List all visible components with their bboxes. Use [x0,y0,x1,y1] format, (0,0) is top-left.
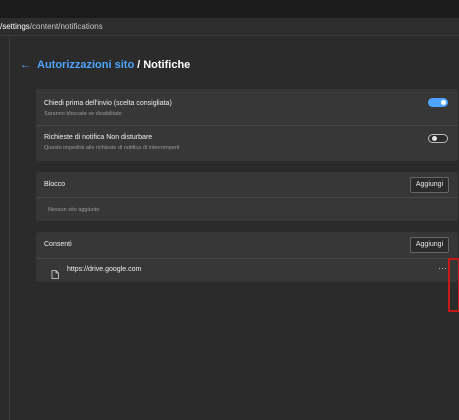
divider [36,197,458,198]
breadcrumb-separator: / [137,59,141,71]
block-add-button[interactable]: Aggiungi [410,177,449,193]
allowed-site-url: https://drive.google.com [67,266,142,273]
allow-section-title: Consenti [44,241,72,248]
setting-description: Questo impedirà alle richieste di notifi… [44,145,180,151]
address-bar-host: /settings [0,22,30,31]
notification-settings-card: Chiedi prima dell'invio (scelta consigli… [36,89,458,161]
setting-quiet-notifications: Richieste di notifica Non disturbare Que… [36,126,458,162]
left-pane [0,36,10,420]
page-header: ← Autorizzazioni sito / Notifiche [20,58,190,72]
setting-description: Saranno bloccate se disabilitate [44,111,122,117]
address-bar[interactable]: /settings/content/notifications [0,18,459,36]
allow-section-card: Consenti Aggiungi https://drive.google.c… [36,232,458,282]
address-bar-path: /content/notifications [29,22,103,31]
block-section-title: Blocco [44,181,66,188]
toggle-knob [441,100,446,105]
breadcrumb-site-permissions[interactable]: Autorizzazioni sito [37,59,134,71]
highlight-box [448,258,459,312]
setting-title: Chiedi prima dell'invio (scelta consigli… [44,100,172,107]
browser-top-bar [0,0,459,18]
file-icon [51,266,59,284]
ask-before-sending-toggle[interactable] [428,98,448,107]
arrow-left-icon[interactable]: ← [20,59,31,71]
toggle-knob [432,136,437,141]
allowed-site-row[interactable]: https://drive.google.com ··· [36,259,458,282]
block-empty-text: Nessun sito aggiunto [48,207,100,213]
page-title: Notifiche [143,59,191,71]
setting-title: Richieste di notifica Non disturbare [44,134,153,141]
quiet-notifications-toggle[interactable] [428,134,448,143]
allow-add-button[interactable]: Aggiungi [410,237,449,253]
more-icon[interactable]: ··· [438,263,447,273]
block-section-card: Blocco Aggiungi Nessun sito aggiunto [36,172,458,221]
setting-ask-before-sending: Chiedi prima dell'invio (scelta consigli… [36,89,458,126]
